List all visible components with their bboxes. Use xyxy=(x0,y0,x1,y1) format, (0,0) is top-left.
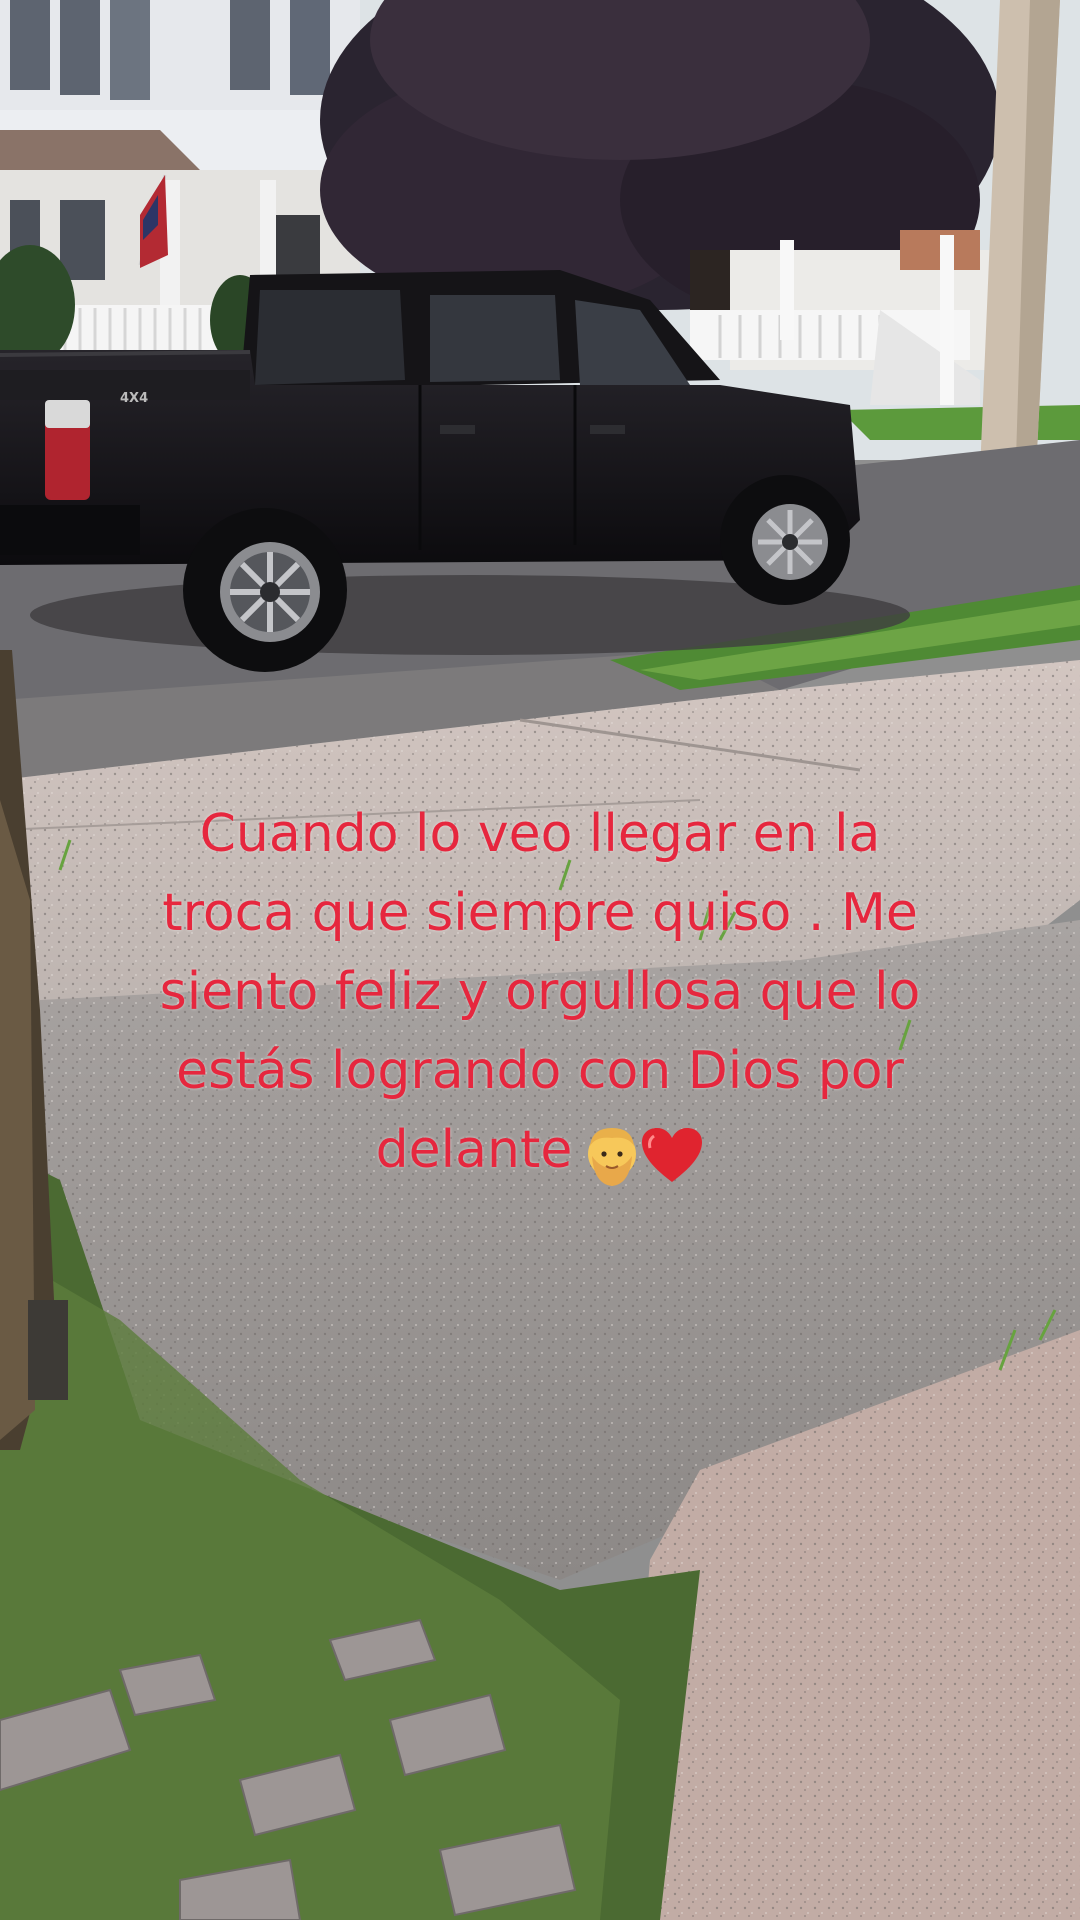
svg-text:4X4: 4X4 xyxy=(120,391,148,406)
lawn-back xyxy=(840,405,1080,440)
photo-background: 4X4 xyxy=(0,0,1080,1920)
story-frame: 4X4 Cuando lo veo llegar en la troca que… xyxy=(0,0,1080,1920)
